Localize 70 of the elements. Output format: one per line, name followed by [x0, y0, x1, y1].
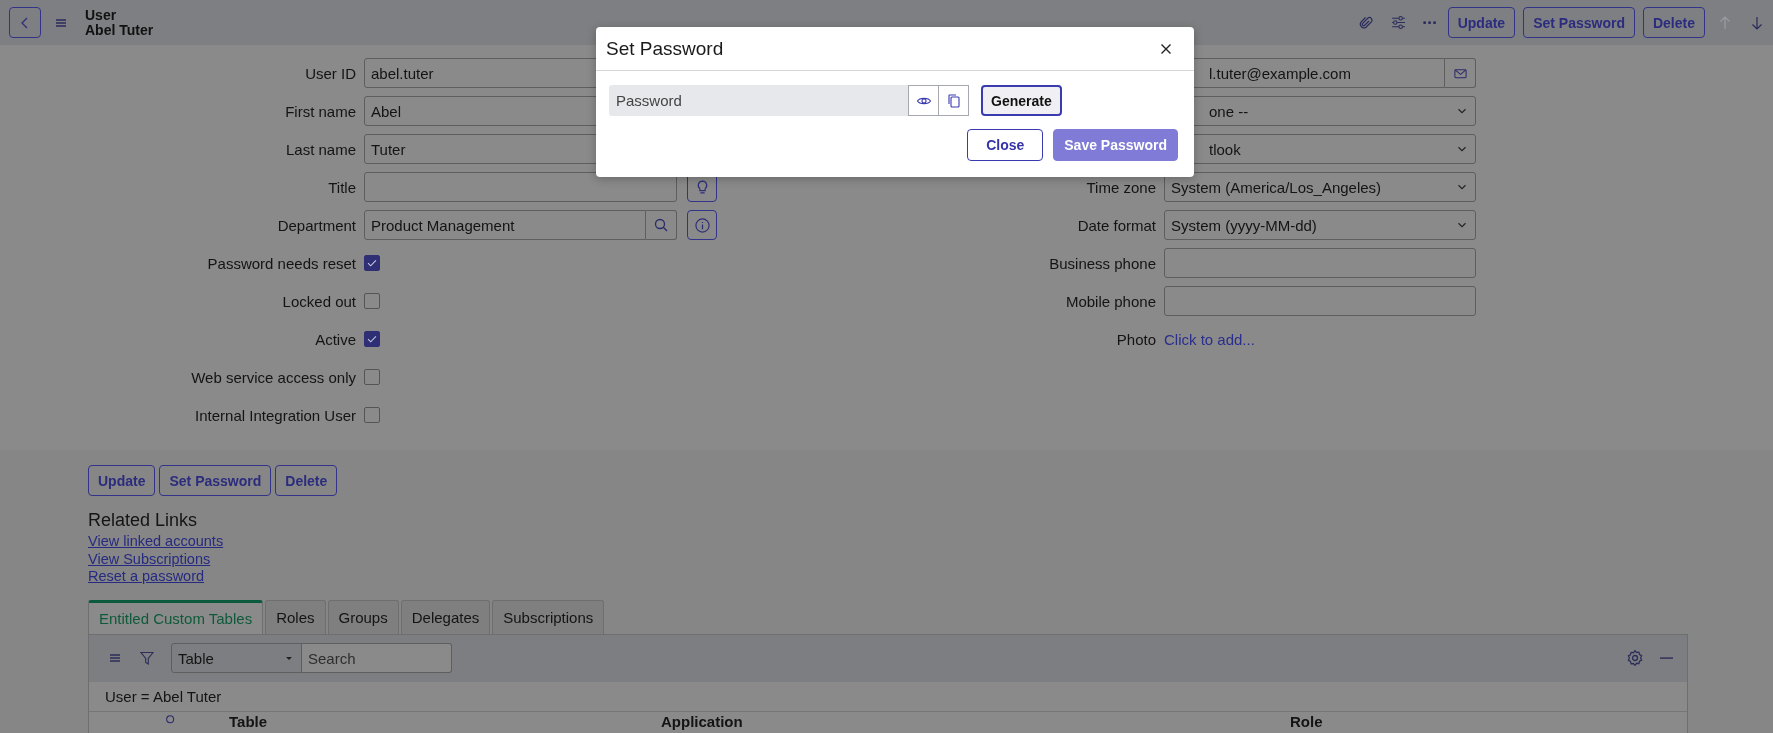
filter-breadcrumb: User = Abel Tuter [105, 687, 222, 705]
settings-icon [1625, 649, 1644, 667]
select-field[interactable]: System (America/Los_Angeles) [1164, 172, 1476, 202]
mail-button[interactable] [1445, 58, 1476, 88]
checkbox[interactable] [364, 331, 380, 347]
tab[interactable]: Roles [265, 599, 326, 634]
back-button[interactable] [9, 7, 41, 38]
related-link[interactable]: View Subscriptions [88, 550, 211, 568]
filter-icon [139, 650, 155, 666]
photo-link[interactable]: Click to add... [1164, 330, 1255, 348]
field-label: Mobile phone [1065, 292, 1156, 310]
tab[interactable]: Groups [327, 599, 399, 634]
tab[interactable]: Delegates [400, 599, 491, 634]
search-button[interactable] [646, 210, 677, 240]
checkbox[interactable] [364, 293, 380, 309]
field-label: Web service access only [191, 368, 356, 386]
search-field[interactable]: Search [302, 643, 452, 673]
reference-field[interactable]: Product Management [364, 210, 646, 240]
copy-icon [945, 92, 962, 109]
select-field[interactable]: System (yyyy-MM-dd) [1164, 210, 1476, 240]
checkbox[interactable] [364, 369, 380, 385]
record-name: Abel Tuter [85, 22, 154, 38]
checkbox[interactable] [364, 255, 380, 271]
generate-button[interactable]: Generate [981, 85, 1062, 116]
field-label: Locked out [282, 292, 356, 310]
search-icon [653, 217, 669, 233]
field-label: Active [315, 330, 356, 348]
dialog-title: Set Password [606, 37, 724, 60]
sliders-icon [1389, 14, 1407, 31]
tab[interactable]: Entitled Custom Tables [88, 599, 264, 634]
field-label: Internal Integration User [195, 406, 356, 424]
field-label: Department [277, 216, 356, 234]
text-field[interactable] [1164, 286, 1476, 316]
field-label: User ID [305, 64, 356, 82]
header-action-button[interactable]: Delete [1642, 7, 1705, 38]
field-label: Date format [1077, 216, 1156, 234]
info-button[interactable] [687, 210, 717, 240]
more-icon [1422, 20, 1436, 25]
form-action-button[interactable]: Update [88, 465, 156, 496]
password-field[interactable]: Password [609, 85, 909, 116]
field-label: Business phone [1049, 254, 1156, 272]
field-label: Password needs reset [207, 254, 356, 272]
related-link[interactable]: View linked accounts [88, 533, 224, 551]
related-link[interactable]: Reset a password [88, 568, 205, 586]
text-field[interactable] [364, 172, 677, 202]
column-header[interactable]: Table [229, 712, 268, 730]
form-action-button[interactable]: Set Password [159, 465, 272, 496]
copy-button[interactable] [938, 85, 969, 116]
header-action-button[interactable]: Update [1447, 7, 1516, 38]
info-icon [693, 216, 711, 234]
header-action-button[interactable]: Set Password [1523, 7, 1635, 38]
field-label: First name [285, 102, 356, 120]
checkbox[interactable] [364, 407, 380, 423]
dialog-button[interactable]: Close [967, 129, 1044, 161]
column-header[interactable]: Role [1290, 712, 1323, 730]
record-type: User [85, 7, 118, 23]
form-action-button[interactable]: Delete [275, 465, 338, 496]
column-select[interactable]: Table [171, 643, 302, 673]
paperclip-icon [1357, 14, 1374, 31]
text-field[interactable] [1164, 248, 1476, 278]
field-label: Time zone [1086, 178, 1156, 196]
section-heading: Related Links [88, 509, 199, 531]
column-header[interactable]: Application [661, 712, 743, 730]
arrow-down-icon [1749, 14, 1765, 31]
field-label: Title [328, 178, 356, 196]
tab[interactable]: Subscriptions [492, 599, 605, 634]
minus-icon [1659, 656, 1673, 660]
field-label: Last name [285, 140, 356, 158]
caret-icon [285, 654, 293, 662]
field-label: Photo [1116, 330, 1156, 348]
